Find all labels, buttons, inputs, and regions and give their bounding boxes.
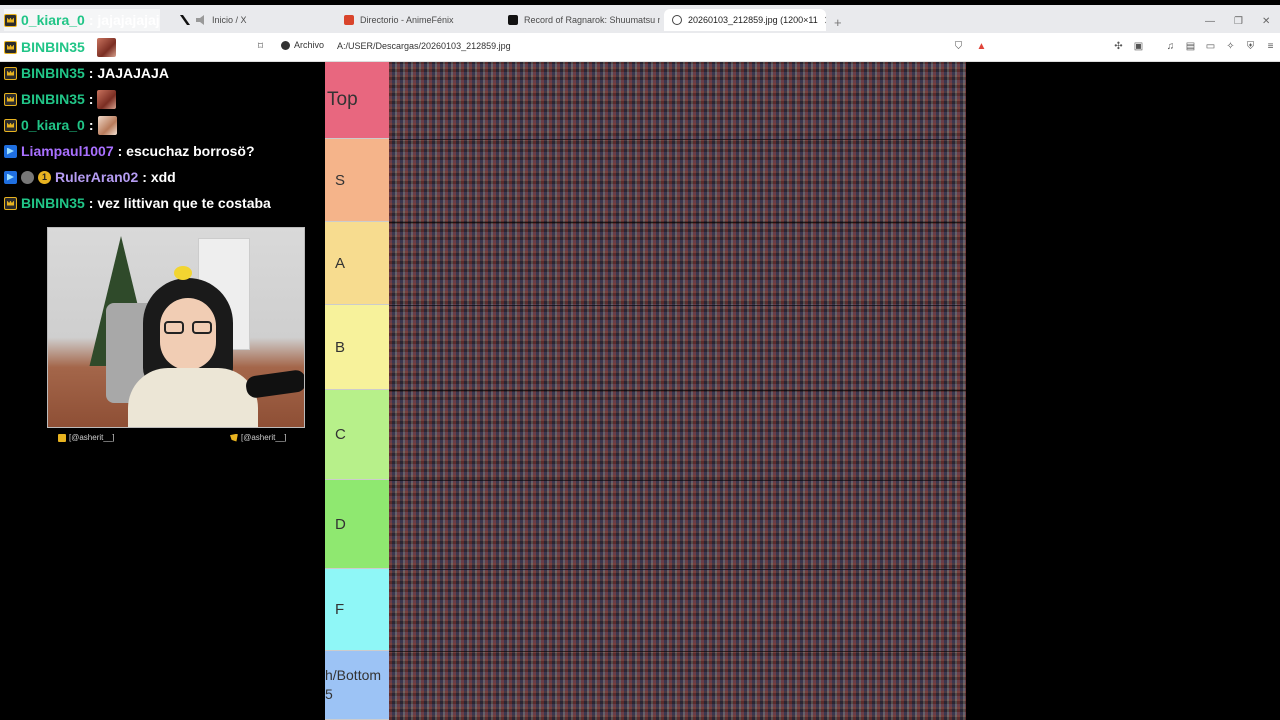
wallet-icon[interactable]: ▭ xyxy=(1205,41,1216,52)
tier-label: A xyxy=(335,254,346,272)
url-field[interactable]: A:/USER/Descargas/20260103_212859.jpg xyxy=(337,41,511,51)
music-icon[interactable]: ♫ xyxy=(1165,41,1176,52)
webcam-feed xyxy=(47,227,305,428)
menu-icon[interactable]: ≡ xyxy=(1265,41,1276,52)
tier-label: D xyxy=(335,515,346,533)
chat-message: BINBIN35 : vez littivan que te costaba xyxy=(4,192,271,214)
crown-badge-icon xyxy=(4,118,17,132)
glasses xyxy=(162,321,214,335)
tier-row: F xyxy=(325,569,389,651)
extensions-icon[interactable]: ✣ xyxy=(1113,41,1124,52)
tier-label: h/Bottom 5 xyxy=(325,667,382,702)
crown-badge-icon xyxy=(4,13,17,27)
tier-label: F xyxy=(335,601,345,618)
chat-username: BINBIN35 xyxy=(21,195,85,211)
screenshot-icon[interactable]: ▣ xyxy=(1133,41,1144,52)
tier-divider xyxy=(389,651,966,652)
tier-divider xyxy=(389,390,966,391)
tier-divider xyxy=(389,139,966,140)
prime-badge-icon xyxy=(4,170,17,184)
chat-username: Liampaul1007 xyxy=(21,143,114,159)
emote-icon xyxy=(97,37,117,57)
emote-icon xyxy=(97,89,117,109)
tab-image[interactable]: 20260103_212859.jpg (1200×11 ✕ xyxy=(664,9,826,31)
microphone xyxy=(244,368,304,400)
globe-icon xyxy=(672,15,682,25)
chat-message: 0_kiara_0 : xyxy=(4,114,117,136)
close-window-icon[interactable]: ✕ xyxy=(1262,16,1270,27)
crown-badge-icon xyxy=(4,40,17,54)
new-tab-icon[interactable]: + xyxy=(834,15,842,30)
chat-username: BINBIN35 xyxy=(21,91,85,107)
tab-animefenix[interactable]: Directorio - AnimeFénix xyxy=(336,9,496,31)
tab-label: Record of Ragnarok: Shuumatsu no xyxy=(524,15,660,25)
number-badge-icon: 1 xyxy=(38,170,51,184)
tierlist-image-grid xyxy=(389,62,966,720)
tab-label: 20260103_212859.jpg (1200×11 xyxy=(688,15,818,25)
tier-label: S xyxy=(335,171,346,189)
social-handle-text: [@asherit__] xyxy=(241,433,287,442)
tier-labels: Top S A B C D Fh/Bottom 5 xyxy=(325,62,389,720)
ai-icon[interactable]: ✧ xyxy=(1225,41,1236,52)
tab-record-of-ragnarok[interactable]: Record of Ragnarok: Shuumatsu no xyxy=(500,9,660,31)
chat-username: 0_kiara_0 xyxy=(21,12,85,28)
chat-username: BINBIN35 xyxy=(21,39,85,55)
tier-divider xyxy=(389,222,966,223)
tier-label: C xyxy=(335,426,346,443)
social-handle-text: [@asherit__] xyxy=(69,433,115,442)
stream-chat: 0_kiara_0 : jajajajajaj BINBIN35 : BINBI… xyxy=(0,0,332,215)
chat-message: BINBIN35 : xyxy=(4,88,117,110)
tier-row: A xyxy=(325,222,389,305)
tab-label: Directorio - AnimeFénix xyxy=(360,15,454,25)
tier-divider xyxy=(389,569,966,570)
tier-row: Top xyxy=(325,62,389,139)
sidebar-icon[interactable]: ▤ xyxy=(1185,41,1196,52)
duck-hair-clip xyxy=(174,266,192,280)
tier-row: C xyxy=(325,390,389,480)
twitter-icon xyxy=(230,433,238,442)
chat-message: 0_kiara_0 : jajajajajaj xyxy=(4,9,160,31)
chat-text: : xdd xyxy=(142,169,176,185)
tier-row: h/Bottom 5 xyxy=(325,651,389,720)
prime-badge-icon xyxy=(4,144,17,158)
tier-label: B xyxy=(335,338,346,356)
social-handle-right: [@asherit__] xyxy=(230,433,286,442)
chat-text: : jajajajajaj xyxy=(88,12,160,28)
crown-badge-icon xyxy=(4,196,17,210)
youtube-icon xyxy=(508,15,518,25)
animefenix-icon xyxy=(344,15,354,25)
gear-badge-icon xyxy=(21,170,34,184)
social-icon xyxy=(58,433,66,442)
sweater xyxy=(128,368,258,427)
tier-row: D xyxy=(325,480,389,569)
crown-badge-icon xyxy=(4,66,17,80)
tier-divider xyxy=(389,305,966,306)
tier-row: B xyxy=(325,305,389,390)
restore-icon[interactable]: ❐ xyxy=(1234,16,1243,27)
emote-icon xyxy=(97,115,117,135)
minimize-icon[interactable]: — xyxy=(1205,16,1215,27)
chat-message: BINBIN35 : JAJAJAJA xyxy=(4,62,169,84)
chat-text: : xyxy=(88,39,94,55)
chat-text: : xyxy=(88,91,94,107)
chat-text: : vez littivan que te costaba xyxy=(88,195,271,211)
chat-message: Liampaul1007 : escuchaz borrosö? xyxy=(4,140,255,162)
social-handle-left: [@asherit__] xyxy=(58,433,114,442)
chat-message: BINBIN35 : xyxy=(4,36,117,58)
tier-label: Top xyxy=(327,89,358,110)
chat-username: RulerAran02 xyxy=(55,169,139,185)
close-tab-icon[interactable]: ✕ xyxy=(824,14,826,27)
chat-message: 1 RulerAran02 : xdd xyxy=(4,166,176,188)
chat-text: : xyxy=(88,117,94,133)
chat-text: : JAJAJAJA xyxy=(88,65,169,81)
chat-username: 0_kiara_0 xyxy=(21,117,85,133)
tier-row: S xyxy=(325,139,389,222)
rewards-icon[interactable]: ▲ xyxy=(976,41,987,52)
chat-text: : escuchaz borrosö? xyxy=(117,143,255,159)
tier-divider xyxy=(389,480,966,481)
brave-shield-icon[interactable]: ⛉ xyxy=(953,41,964,52)
chat-username: BINBIN35 xyxy=(21,65,85,81)
crown-badge-icon xyxy=(4,92,17,106)
vpn-icon[interactable]: ⛨ xyxy=(1245,41,1256,52)
